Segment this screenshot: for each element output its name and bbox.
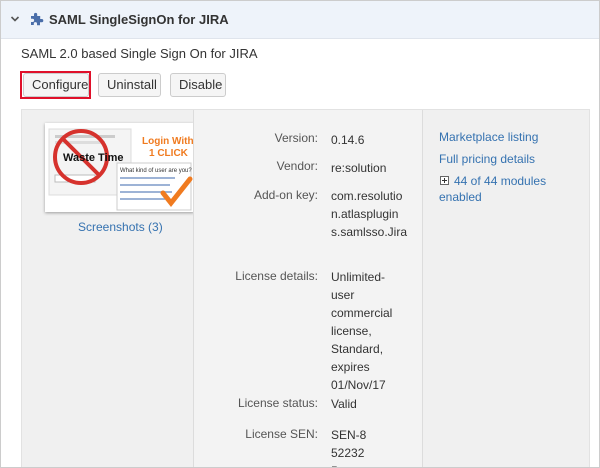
addon-details-panel: Waste Time Login With 1 CLICK What kind … — [21, 109, 590, 467]
addon-title: SAML SingleSignOn for JIRA — [49, 12, 229, 27]
addon-header[interactable]: SAML SingleSignOn for JIRA — [1, 1, 599, 39]
screenshot-thumbnail[interactable]: Waste Time Login With 1 CLICK What kind … — [45, 123, 194, 212]
addon-key-label: Add-on key: — [253, 188, 318, 202]
modules-link[interactable]: 44 of 44 modules enabled — [439, 173, 551, 205]
puzzle-icon — [31, 12, 44, 26]
one-click-text: 1 CLICK — [149, 148, 189, 159]
license-status-label: License status: — [237, 396, 318, 410]
waste-time-text: Waste Time — [63, 152, 124, 164]
version-label: Version: — [274, 131, 318, 145]
pricing-link[interactable]: Full pricing details — [439, 151, 535, 167]
addon-panel: SAML SingleSignOn for JIRA SAML 2.0 base… — [0, 0, 600, 468]
addon-key-value: com.resolution.atlasplugins.samlsso.Jira — [331, 189, 408, 239]
license-sen-label: License SEN: — [245, 427, 318, 441]
configure-button[interactable]: Configure — [23, 73, 89, 97]
license-sen-value: SEN-8522325 — [331, 428, 367, 467]
thumbnail-image: Waste Time Login With 1 CLICK What kind … — [45, 123, 194, 212]
addon-description: SAML 2.0 based Single Sign On for JIRA — [21, 46, 258, 61]
marketplace-link[interactable]: Marketplace listing — [439, 129, 538, 145]
license-details-label: License details: — [235, 269, 318, 283]
license-status-value: Valid — [331, 397, 357, 411]
screenshots-link[interactable]: Screenshots (3) — [78, 220, 163, 234]
uninstall-button[interactable]: Uninstall — [98, 73, 161, 97]
user-question-text: What kind of user are you? — [120, 168, 192, 174]
vendor-label: Vendor: — [276, 159, 318, 173]
license-details-value: Unlimited-user commercial license, Stand… — [331, 270, 393, 392]
disable-button[interactable]: Disable — [170, 73, 226, 97]
chevron-down-icon[interactable] — [10, 14, 20, 24]
login-with-text: Login With — [142, 136, 194, 147]
version-value: 0.14.6 — [331, 133, 365, 147]
vendor-value: re:solution — [331, 161, 387, 175]
